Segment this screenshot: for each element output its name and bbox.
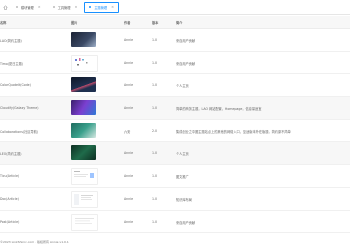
- theme-name: Post(Article): [0, 219, 20, 224]
- table-row[interactable]: Doc(Article) Annie 1.0 知识库布局: [0, 188, 350, 211]
- theme-version: 1.0: [152, 60, 158, 65]
- theme-description: 个人主页: [176, 152, 189, 157]
- theme-name: LEO(简约主题): [0, 152, 22, 157]
- theme-version: 1.0: [152, 174, 158, 179]
- thumbnail-graphic: [74, 171, 94, 179]
- home-icon[interactable]: [3, 4, 8, 10]
- theme-thumbnail: [71, 213, 98, 231]
- tab-dot-icon: [52, 6, 55, 8]
- theme-description: 简单的商务主题，LAO 网站配置，Homepage，信息量适宜: [176, 107, 262, 112]
- theme-author: Annie: [124, 174, 134, 179]
- close-icon[interactable]: ×: [111, 5, 114, 9]
- table-row[interactable]: Cloudify(Galaxy Theme) Annie 1.0 简单的商务主题…: [0, 97, 350, 120]
- tab-themes[interactable]: 主题管理 ×: [84, 1, 120, 13]
- table-row[interactable]: Timo(夏日主题) Annie 1.0 来自用户贡献: [0, 52, 350, 75]
- theme-version: 1.0: [152, 106, 158, 111]
- table-header: 名称 图片 作者 版本 简介: [0, 16, 350, 29]
- footer-copyright: ©2023 LinkShinic.com · 版权所有 Annie v1.0.1: [0, 240, 69, 244]
- tab-label: 主题管理: [94, 5, 108, 10]
- theme-author: Annie: [124, 106, 134, 111]
- theme-thumbnail: [71, 32, 96, 47]
- theme-name: Ticu(Article): [0, 174, 20, 179]
- tab-tools[interactable]: 工具管理 ×: [48, 2, 83, 13]
- table-row[interactable]: Collaborations(社区导航) 六安 2.0 集成创业之中圈主题站点上…: [0, 120, 350, 143]
- theme-author: Annie: [124, 151, 134, 156]
- theme-author: 六安: [124, 129, 131, 134]
- theme-thumbnail: [71, 122, 96, 138]
- theme-name: Cloudify(Galaxy Theme): [0, 106, 39, 111]
- theme-thumbnail: [71, 100, 96, 116]
- table-row[interactable]: LAO(简约主题) Annie 1.0 来自用户贡献: [0, 29, 350, 52]
- theme-thumbnail: [71, 168, 98, 186]
- theme-description: 个人主页: [176, 84, 189, 89]
- tab-label: 工具管理: [57, 5, 71, 10]
- theme-name: Collaborations(社区导航): [0, 129, 39, 134]
- theme-name: Doc(Article): [0, 196, 19, 201]
- tab-dot-icon: [16, 6, 18, 8]
- table-row[interactable]: Ticu(Article) Annie 1.0 图文推广: [0, 165, 350, 188]
- theme-version: 1.0: [152, 151, 158, 156]
- table-row[interactable]: ColorQuoteIt(Code) Annie 1.0 个人主页: [0, 74, 350, 98]
- thumbnail-graphic: [74, 193, 93, 205]
- theme-description: 图文推广: [176, 175, 189, 180]
- theme-thumbnail: [71, 77, 96, 93]
- theme-description: 来自用户贡献: [176, 220, 196, 225]
- theme-description: 集成创业之中圈主题站点上的其他的网络入口，至适版本外在版题，简约原不简单: [176, 129, 291, 134]
- theme-description: 知识库布局: [176, 197, 192, 202]
- theme-author: Annie: [124, 196, 134, 201]
- tab-modules[interactable]: 模块管理 ×: [11, 2, 46, 13]
- table-row[interactable]: Post(Article) Annie 1.0 来自用户贡献: [0, 211, 350, 234]
- theme-thumbnail: [71, 54, 98, 72]
- tab-label: 模块管理: [21, 5, 34, 10]
- theme-thumbnail: [71, 145, 96, 161]
- header-version: 版本: [152, 21, 159, 25]
- theme-author: Annie: [124, 60, 134, 65]
- theme-version: 1.0: [152, 219, 158, 224]
- theme-name: Timo(夏日主题): [0, 61, 24, 66]
- theme-thumbnail: [71, 190, 98, 208]
- close-icon[interactable]: ×: [38, 5, 41, 9]
- header-author: 作者: [124, 21, 131, 25]
- header-name: 名称: [0, 21, 7, 25]
- theme-version: 1.0: [152, 38, 158, 42]
- theme-author: Annie: [124, 83, 134, 88]
- theme-version: 2.0: [152, 128, 158, 133]
- theme-version: 1.0: [152, 196, 158, 201]
- table-row[interactable]: LEO(简约主题) Annie 1.0 个人主页: [0, 142, 350, 166]
- thumbnail-graphic: [75, 217, 94, 224]
- theme-author: Annie: [124, 38, 134, 42]
- theme-name: LAO(简约主题): [0, 39, 22, 43]
- theme-table: 名称 图片 作者 版本 简介 LAO(简约主题) Annie 1.0 来自用户贡…: [0, 16, 350, 234]
- tab-dot-icon: [89, 6, 92, 8]
- theme-description: 来自用户贡献: [176, 61, 196, 66]
- close-icon[interactable]: ×: [74, 5, 77, 9]
- theme-description: 来自用户贡献: [176, 39, 196, 43]
- thumbnail-graphic: [75, 57, 88, 66]
- theme-name: ColorQuoteIt(Code): [0, 83, 31, 88]
- header-image: 图片: [71, 21, 78, 25]
- theme-version: 1.0: [152, 83, 158, 88]
- tab-bar: 模块管理 × 工具管理 × 主题管理 ×: [0, 0, 350, 15]
- theme-author: Annie: [124, 219, 134, 224]
- header-description: 简介: [176, 21, 183, 25]
